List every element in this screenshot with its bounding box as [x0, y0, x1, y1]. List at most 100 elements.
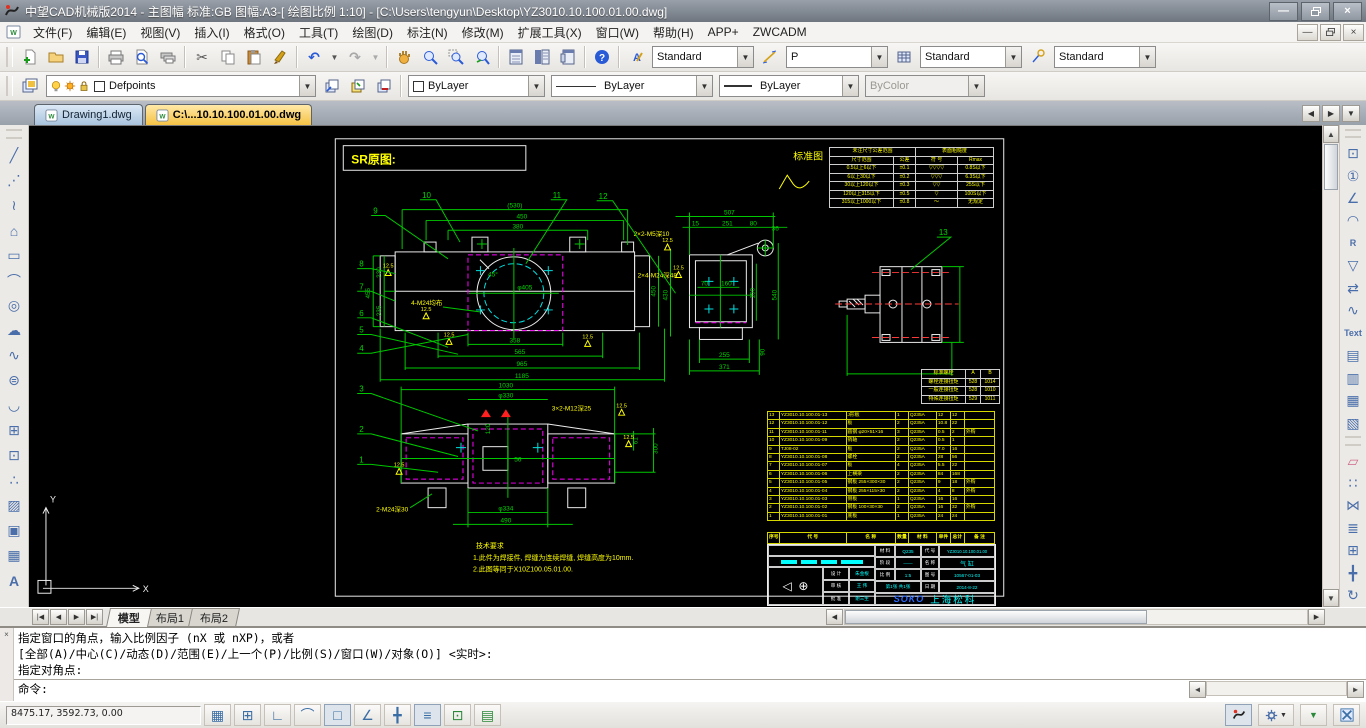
arc-button[interactable]: ⌒: [2, 268, 26, 293]
symbol-library-button[interactable]: ▤: [1341, 345, 1365, 367]
color-combo[interactable]: ByLayer ▼: [408, 75, 545, 97]
mech-text-button[interactable]: Text: [1341, 322, 1365, 344]
tab-list-dropdown-icon[interactable]: ▼: [1342, 105, 1360, 122]
menu-item-draw[interactable]: 绘图(D): [345, 22, 400, 43]
new-button[interactable]: [17, 45, 43, 69]
scroll-down-icon[interactable]: ▼: [1323, 589, 1339, 607]
table-style-combo[interactable]: Standard ▼: [920, 46, 1022, 68]
toolbar-grip[interactable]: [1345, 436, 1361, 445]
tool-palettes-button[interactable]: [555, 45, 581, 69]
paste-button[interactable]: [241, 45, 267, 69]
move-button[interactable]: ╋: [1341, 562, 1365, 584]
dim-style-icon[interactable]: [757, 45, 783, 69]
grid-toggle[interactable]: ⊞: [234, 704, 261, 726]
datum-target-button[interactable]: ⇄: [1341, 277, 1365, 299]
pan-button[interactable]: [391, 45, 417, 69]
zoom-window-button[interactable]: [443, 45, 469, 69]
status-menu-dropdown[interactable]: ▼: [1300, 704, 1327, 726]
toolbar-grip[interactable]: [1345, 129, 1361, 138]
layer-states-button[interactable]: [345, 74, 371, 98]
menu-item-express[interactable]: 扩展工具(X): [511, 22, 589, 43]
hatch-button[interactable]: ▨: [2, 493, 26, 518]
cmd-scroll-right-icon[interactable]: ▶: [1347, 681, 1364, 698]
table-style-dropdown-icon[interactable]: ▼: [1005, 47, 1021, 67]
model-space-canvas[interactable]: SR原图: 标准图: [29, 125, 1322, 607]
tab-next-icon[interactable]: ▶: [68, 609, 85, 625]
publish-button[interactable]: [155, 45, 181, 69]
layer-dropdown-icon[interactable]: ▼: [299, 76, 315, 96]
horizontal-scroll-thumb[interactable]: [845, 610, 1147, 624]
properties-palette-button[interactable]: [503, 45, 529, 69]
undo-button[interactable]: ↶: [301, 45, 327, 69]
toolbar-grip[interactable]: [6, 129, 22, 139]
layer-isolate-button[interactable]: [371, 74, 397, 98]
snap-toggle[interactable]: ▦: [204, 704, 231, 726]
linetype-combo[interactable]: ByLayer ▼: [551, 75, 713, 97]
menu-item-tools[interactable]: 工具(T): [292, 22, 345, 43]
pointer-mode-button[interactable]: [1225, 704, 1252, 726]
vertical-scroll-thumb[interactable]: [1324, 144, 1338, 190]
point-button[interactable]: ∴: [2, 468, 26, 493]
scroll-left-icon[interactable]: ◀: [826, 609, 843, 625]
mleader-style-icon[interactable]: [1025, 45, 1051, 69]
block-tools-button[interactable]: ▥: [1341, 367, 1365, 389]
circle-button[interactable]: ◎: [2, 293, 26, 318]
dim-style-dropdown-icon[interactable]: ▼: [871, 47, 887, 67]
command-scrollbar[interactable]: ◀ ▶: [1189, 681, 1364, 696]
layer-previous-button[interactable]: [319, 74, 345, 98]
tab-last-icon[interactable]: ▶|: [86, 609, 103, 625]
menu-item-file[interactable]: 文件(F): [26, 22, 79, 43]
menu-item-modify[interactable]: 修改(M): [455, 22, 511, 43]
copy-button[interactable]: [215, 45, 241, 69]
menu-item-view[interactable]: 视图(V): [133, 22, 187, 43]
tab-model[interactable]: 模型: [106, 608, 152, 627]
model-space-toggle[interactable]: ⊡: [444, 704, 471, 726]
menu-item-help[interactable]: 帮助(H): [646, 22, 701, 43]
save-button[interactable]: [69, 45, 95, 69]
dim-angular-button[interactable]: ∠: [1341, 187, 1365, 209]
mleader-style-combo[interactable]: Standard ▼: [1054, 46, 1156, 68]
toolbar-grip[interactable]: [6, 47, 13, 67]
doc-tab-current[interactable]: W C:\...10.10.100.01.00.dwg: [145, 104, 312, 125]
mtext-button[interactable]: A: [2, 568, 26, 593]
tab-scroll-right-icon[interactable]: ▶: [1322, 105, 1340, 122]
dim-arc-button[interactable]: ◠: [1341, 210, 1365, 232]
surface-roughness-button[interactable]: ▽: [1341, 255, 1365, 277]
lineweight-toggle[interactable]: ≡: [414, 704, 441, 726]
rotate-button[interactable]: ↻: [1341, 585, 1365, 607]
help-button[interactable]: ?: [589, 45, 615, 69]
cmd-scroll-left-icon[interactable]: ◀: [1189, 681, 1206, 698]
table-button[interactable]: ▦: [2, 543, 26, 568]
lineweight-combo[interactable]: ByLayer ▼: [719, 75, 859, 97]
dim-style-combo[interactable]: P ▼: [786, 46, 888, 68]
dim-radius-button[interactable]: R: [1341, 232, 1365, 254]
design-center-button[interactable]: [529, 45, 555, 69]
mdi-minimize-icon[interactable]: —: [1297, 24, 1318, 41]
tab-layout2[interactable]: 布局2: [188, 608, 240, 627]
text-style-combo[interactable]: Standard ▼: [652, 46, 754, 68]
command-window[interactable]: × 指定窗口的角点，输入比例因子 (nX 或 nXP)，或者[全部(A)/中心(…: [0, 626, 1366, 701]
mech-structure-button[interactable]: ⊡: [1341, 142, 1365, 164]
toolbar-grip[interactable]: [6, 76, 13, 96]
restore-icon[interactable]: [1301, 2, 1330, 21]
close-icon[interactable]: ×: [1333, 2, 1362, 21]
mleader-style-dropdown-icon[interactable]: ▼: [1139, 47, 1155, 67]
mirror-button[interactable]: ⋈: [1341, 495, 1365, 517]
annotation-toggle[interactable]: ▤: [474, 704, 501, 726]
polyline-button[interactable]: ≀: [2, 193, 26, 218]
detail-view-button[interactable]: ▧: [1341, 412, 1365, 434]
copy-object-button[interactable]: ∷: [1341, 472, 1365, 494]
redo-button[interactable]: ↷: [342, 45, 368, 69]
osnap-toggle[interactable]: □: [324, 704, 351, 726]
table-tools-button[interactable]: ▦: [1341, 390, 1365, 412]
lineweight-dropdown-icon[interactable]: ▼: [842, 76, 858, 96]
plot-button[interactable]: [103, 45, 129, 69]
color-dropdown-icon[interactable]: ▼: [528, 76, 544, 96]
zigzag-line-button[interactable]: ∿: [1341, 300, 1365, 322]
open-button[interactable]: [43, 45, 69, 69]
menu-item-format[interactable]: 格式(O): [237, 22, 292, 43]
mdi-close-icon[interactable]: ×: [1343, 24, 1364, 41]
zoom-previous-button[interactable]: [469, 45, 495, 69]
layer-manager-button[interactable]: [17, 74, 43, 98]
erase-button[interactable]: ▱: [1341, 450, 1365, 472]
